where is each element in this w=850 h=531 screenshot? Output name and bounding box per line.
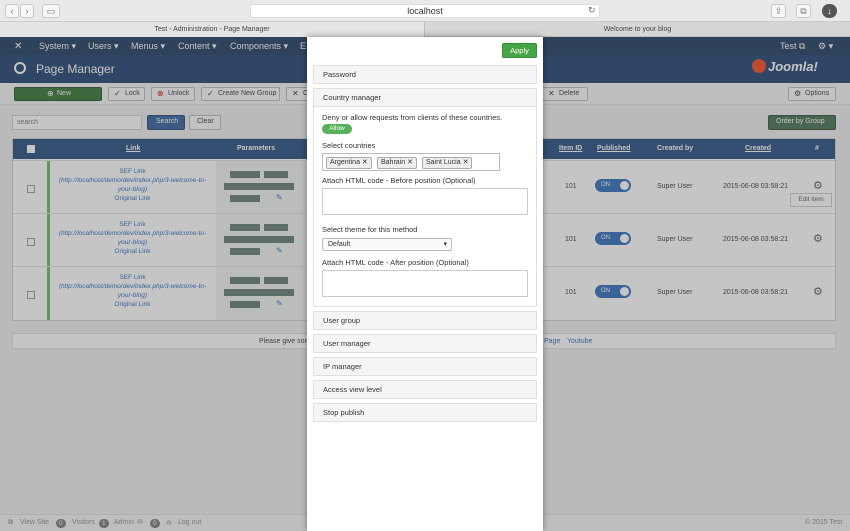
back-icon[interactable]: ‹	[5, 4, 19, 18]
country-description: Deny or allow requests from clients of t…	[322, 113, 503, 122]
section-password[interactable]: Password	[313, 65, 537, 84]
browser-tabs: Test - Administration - Page Manager Wel…	[0, 22, 850, 37]
download-icon[interactable]: ↓	[822, 4, 837, 18]
select-countries-label: Select countries	[322, 141, 376, 150]
before-html-label: Attach HTML code - Before position (Opti…	[322, 176, 476, 185]
chip-saint-lucia: Saint Lucia ✕	[422, 157, 473, 169]
remove-icon[interactable]: ✕	[362, 159, 368, 166]
allow-toggle[interactable]: Allow	[322, 124, 352, 134]
chevron-down-icon: ▾	[443, 241, 447, 248]
section-user-manager[interactable]: User manager	[313, 334, 537, 353]
tabs-icon[interactable]: ⧉	[796, 4, 811, 18]
section-access-view-level[interactable]: Access view level	[313, 380, 537, 399]
browser-toolbar: ‹ › ▭ localhost ↻ ⇪ ⧉ ↓	[0, 0, 850, 22]
theme-select[interactable]: Default ▾	[322, 238, 452, 251]
tab-page-manager[interactable]: Test - Administration - Page Manager	[0, 22, 425, 37]
apply-button[interactable]: Apply	[502, 43, 537, 58]
before-html-textarea[interactable]	[322, 188, 528, 215]
settings-modal: Apply Password Country manager Deny or a…	[307, 37, 543, 531]
reload-icon[interactable]: ↻	[588, 5, 596, 16]
section-stop-publish[interactable]: Stop publish	[313, 403, 537, 422]
tab-blog[interactable]: Welcome to your blog	[425, 22, 850, 37]
after-html-textarea[interactable]	[322, 270, 528, 297]
remove-icon[interactable]: ✕	[407, 159, 413, 166]
countries-multiselect[interactable]: Argentina ✕ Bahrain ✕ Saint Lucia ✕	[322, 153, 500, 171]
section-user-group[interactable]: User group	[313, 311, 537, 330]
remove-icon[interactable]: ✕	[463, 159, 469, 166]
address-bar[interactable]: localhost	[250, 4, 600, 18]
forward-icon[interactable]: ›	[20, 4, 34, 18]
after-html-label: Attach HTML code - After position (Optio…	[322, 258, 469, 267]
sidebar-icon[interactable]: ▭	[42, 4, 60, 18]
share-icon[interactable]: ⇪	[771, 4, 786, 18]
section-country-manager[interactable]: Country manager	[313, 88, 537, 107]
chip-bahrain: Bahrain ✕	[377, 157, 417, 169]
section-ip-manager[interactable]: IP manager	[313, 357, 537, 376]
chip-argentina: Argentina ✕	[326, 157, 372, 169]
theme-label: Select theme for this method	[322, 225, 418, 234]
